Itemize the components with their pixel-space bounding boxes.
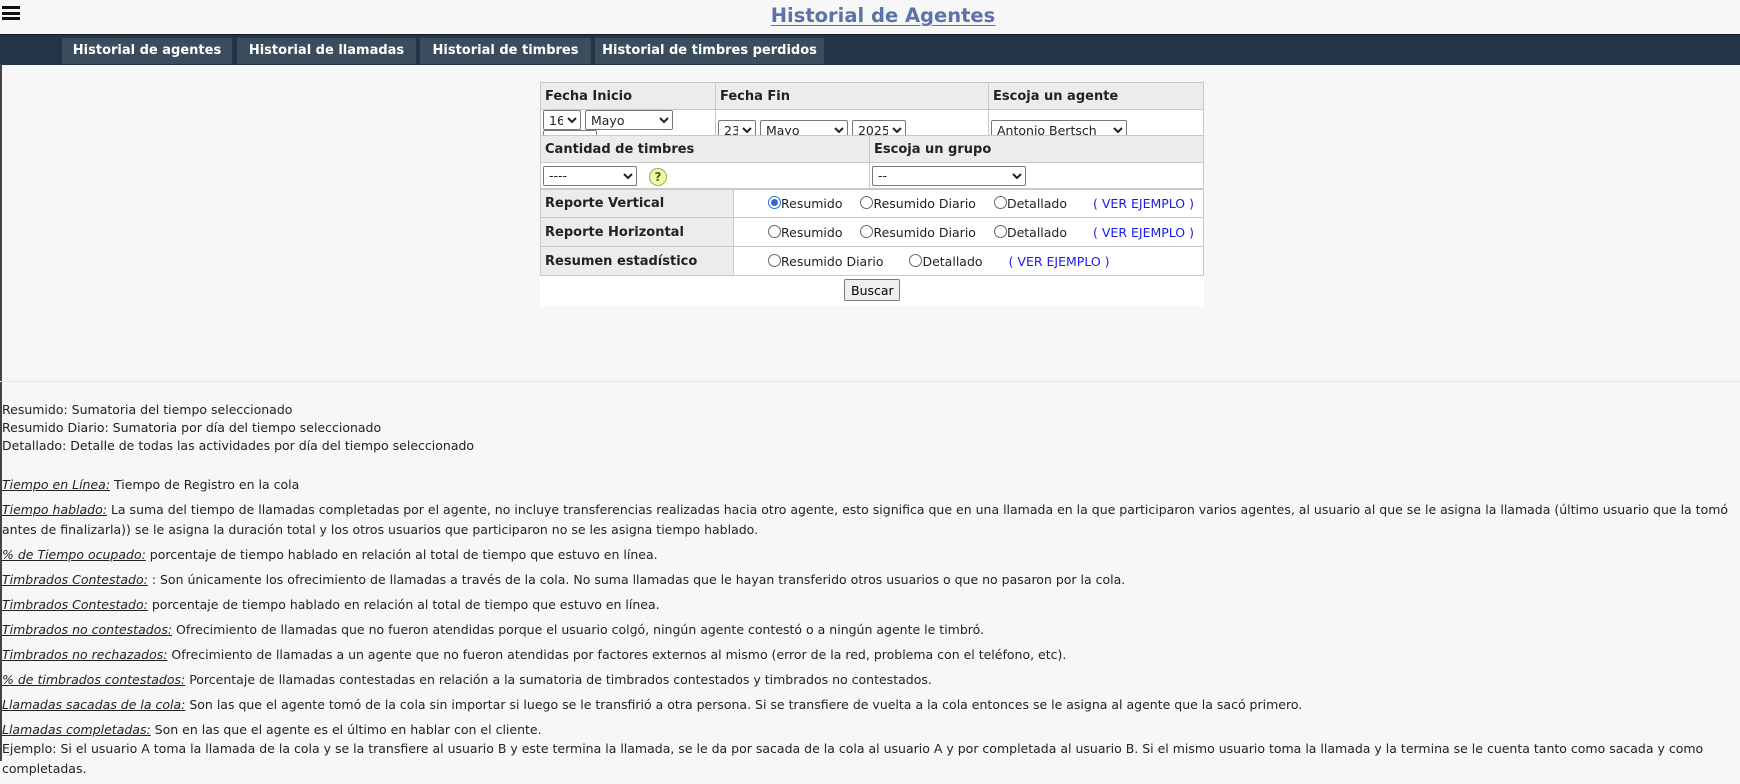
definition-text: La suma del tiempo de llamadas completad…: [2, 502, 1729, 537]
definition-term: Tiempo en Línea:: [2, 477, 111, 492]
definition-item: Tiempo en Línea: Tiempo de Registro en l…: [2, 475, 1737, 495]
definition-term: Timbrados Contestado:: [2, 571, 148, 587]
radio-icon[interactable]: [860, 224, 874, 238]
definition-term: % de timbrados contestados:: [2, 671, 186, 687]
nav-bar: Historial de agentes Historial de llamad…: [0, 34, 1740, 65]
resumen-estadistico-label: Resumen estadístico: [540, 246, 734, 276]
divider: [0, 381, 1740, 382]
definition-text: Ofrecimiento de llamadas a un agente que…: [167, 646, 1067, 662]
start-day-select[interactable]: 16: [543, 110, 581, 130]
reporte-vertical-resumido-diario[interactable]: Resumido Diario: [860, 196, 976, 211]
definition-term: Timbrados no contestados:: [2, 621, 173, 637]
timbres-group-table: Cantidad de timbres Escoja un grupo ----…: [540, 135, 1204, 189]
definition-text: Porcentaje de llamadas contestadas en re…: [185, 671, 932, 687]
radio-icon[interactable]: [768, 224, 781, 238]
radio-icon[interactable]: [860, 196, 874, 209]
tab-historial-timbres[interactable]: Historial de timbres: [420, 38, 591, 64]
definition-text: : Son únicamente los ofrecimiento de lla…: [147, 571, 1126, 587]
radio-icon[interactable]: [768, 253, 781, 267]
definition-text: Son las que el agente tomó de la cola si…: [185, 696, 1303, 712]
definition-item: Llamadas completadas: Son en las que el …: [2, 720, 1737, 740]
legend: Resumido: Sumatoria del tiempo seleccion…: [2, 401, 474, 455]
start-month-select[interactable]: Mayo: [584, 110, 673, 130]
tab-historial-agentes[interactable]: Historial de agentes: [62, 38, 232, 64]
ver-ejemplo-link[interactable]: VER EJEMPLO: [1102, 196, 1185, 211]
radio-icon[interactable]: [993, 196, 1007, 209]
reporte-vertical-detallado[interactable]: Detallado: [993, 196, 1067, 211]
search-form: Fecha Inicio Fecha Fin Escoja un agente …: [540, 82, 1204, 306]
help-icon[interactable]: ?: [648, 167, 667, 186]
resumen-estadistico-detallado[interactable]: Detallado: [909, 253, 983, 269]
example-paren: ( VER EJEMPLO ): [1008, 253, 1110, 269]
example-paren: ( VER EJEMPLO ): [1093, 196, 1195, 211]
legend-resumido: Resumido: Sumatoria del tiempo seleccion…: [2, 402, 293, 417]
page-title: Historial de Agentes: [770, 4, 996, 27]
reporte-vertical-label: Reporte Vertical: [540, 189, 734, 218]
reports-table: Reporte Vertical Resumido Resumido Diari…: [540, 189, 1204, 276]
definition-text: porcentaje de tiempo hablado en relación…: [145, 546, 658, 562]
buscar-button[interactable]: Buscar: [844, 279, 900, 301]
reporte-horizontal-resumido-diario[interactable]: Resumido Diario: [860, 224, 976, 240]
definition-item: Timbrados Contestado: porcentaje de tiem…: [2, 595, 1737, 615]
definitions: Tiempo en Línea: Tiempo de Registro en l…: [2, 475, 1737, 784]
definition-item: Timbrados no contestados: Ofrecimiento d…: [2, 620, 1737, 640]
definition-item: % de timbrados contestados: Porcentaje d…: [2, 670, 1737, 690]
definition-text: porcentaje de tiempo hablado en relación…: [147, 596, 660, 612]
example-paren: ( VER EJEMPLO ): [1093, 224, 1195, 240]
resumen-estadistico-resumido-diario[interactable]: Resumido Diario: [768, 253, 883, 269]
definition-item: Timbrados Contestado: : Son únicamente l…: [2, 570, 1737, 590]
definition-text: Tiempo de Registro en la cola: [110, 477, 300, 492]
definition-text: Ejemplo: Si el usuario A toma la llamada…: [2, 741, 1704, 776]
definition-text: Son en las que el agente es el último en…: [150, 721, 542, 737]
tab-historial-timbres-perdidos[interactable]: Historial de timbres perdidos: [595, 38, 824, 64]
grupo-select[interactable]: --: [872, 165, 1026, 186]
definition-item: Timbrados no rechazados: Ofrecimiento de…: [2, 645, 1737, 665]
title-bar: Historial de Agentes: [0, 0, 1740, 27]
definition-term: Tiempo hablado:: [2, 502, 107, 517]
reporte-vertical-resumido[interactable]: Resumido: [768, 196, 842, 211]
definition-item: % de Tiempo ocupado: porcentaje de tiemp…: [2, 545, 1737, 565]
definition-example: Ejemplo: Si el usuario A toma la llamada…: [2, 739, 1737, 778]
reporte-horizontal-resumido[interactable]: Resumido: [768, 224, 842, 240]
definition-term: Llamadas sacadas de la cola:: [2, 696, 186, 712]
cantidad-timbres-label: Cantidad de timbres: [540, 135, 870, 163]
cantidad-timbres-select[interactable]: ----: [543, 165, 637, 186]
definition-item: Tiempo hablado: La suma del tiempo de ll…: [2, 500, 1737, 539]
radio-icon[interactable]: [993, 224, 1007, 238]
reporte-horizontal-detallado[interactable]: Detallado: [993, 224, 1067, 240]
reporte-horizontal-label: Reporte Horizontal: [540, 217, 734, 247]
definition-term: % de Tiempo ocupado:: [2, 546, 146, 562]
radio-icon[interactable]: [768, 196, 781, 209]
ver-ejemplo-link[interactable]: VER EJEMPLO: [1102, 225, 1185, 240]
radio-icon[interactable]: [909, 253, 923, 267]
definition-term: Timbrados no rechazados:: [2, 646, 168, 662]
ver-ejemplo-link[interactable]: VER EJEMPLO: [1017, 254, 1100, 269]
definition-term: Timbrados Contestado:: [2, 596, 148, 612]
fecha-fin-label: Fecha Fin: [715, 82, 989, 110]
definition-item: Llamadas sacadas de la cola: Son las que…: [2, 695, 1737, 715]
grupo-label: Escoja un grupo: [869, 135, 1204, 163]
legend-resumido-diario: Resumido Diario: Sumatoria por día del t…: [2, 420, 382, 435]
definition-text: Ofrecimiento de llamadas que no fueron a…: [172, 621, 985, 637]
legend-detallado: Detallado: Detalle de todas las activida…: [2, 438, 475, 453]
agente-label: Escoja un agente: [988, 82, 1204, 110]
tab-historial-llamadas[interactable]: Historial de llamadas: [237, 38, 416, 64]
definition-term: Llamadas completadas:: [2, 721, 151, 737]
fecha-inicio-label: Fecha Inicio: [540, 82, 716, 110]
